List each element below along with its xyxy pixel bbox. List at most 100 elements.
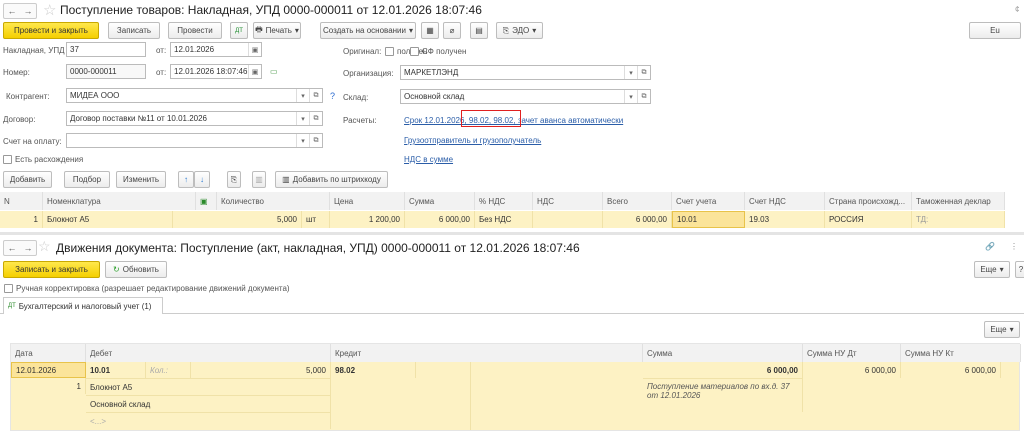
doc-date-field[interactable]: 12.01.2026 18:07:46 ▣ [170, 64, 262, 79]
dropdown-icon[interactable]: ▾ [624, 66, 637, 79]
goods-col-5[interactable]: % НДС [475, 192, 533, 210]
dropdown-icon[interactable]: ▾ [296, 134, 309, 147]
warehouse-field[interactable]: Основной склад ▾ ⧉ [400, 89, 651, 104]
dropdown-icon[interactable]: ▾ [296, 112, 309, 125]
open-icon[interactable]: ⧉ [637, 90, 650, 103]
cell-qty[interactable]: 5,000 [191, 362, 331, 378]
cell-nu-kt[interactable]: 6 000,00 [901, 362, 1001, 378]
open-icon[interactable]: ⧉ [309, 134, 322, 147]
move-up-icon[interactable]: ↑ [178, 171, 194, 188]
cell-sum[interactable]: 6 000,00 [405, 211, 475, 228]
move-down-icon[interactable]: ↓ [194, 171, 210, 188]
cell-subconto-2[interactable]: Основной склад [86, 395, 331, 412]
goods-col-7[interactable]: Всего [603, 192, 672, 210]
cell-content[interactable]: Поступление материалов по вх.д. 37 от 12… [643, 378, 803, 412]
cell-item[interactable]: Блокнот А5 [43, 211, 173, 228]
more-icon[interactable]: ¢ [1015, 5, 1019, 14]
forward-button[interactable]: → [20, 241, 36, 255]
help-button[interactable]: ? [1015, 261, 1024, 278]
cell-subconto-1[interactable]: Блокнот А5 [86, 378, 331, 395]
calendar-icon[interactable]: ▣ [248, 43, 261, 56]
goods-col-11[interactable]: Таможенная деклар [912, 192, 1005, 210]
cell-account[interactable]: 10.01 [672, 211, 745, 228]
goods-col-4[interactable]: Сумма [405, 192, 475, 210]
goods-col-2[interactable]: Количество [217, 192, 330, 210]
goods-col-6[interactable]: НДС [533, 192, 603, 210]
cell-debit[interactable]: 10.01 [86, 362, 146, 378]
invoice-date-field[interactable]: 12.01.2026 ▣ [170, 42, 262, 57]
paperclip-icon[interactable]: ⌀ [443, 22, 461, 39]
cell-total[interactable]: 6 000,00 [603, 211, 672, 228]
open-icon[interactable]: ⧉ [309, 89, 322, 102]
received-checkbox[interactable] [385, 47, 394, 56]
goods-col-10[interactable]: Страна происхожд... [825, 192, 912, 210]
invoice-number-field[interactable]: 37 [66, 42, 146, 57]
structure-icon[interactable]: ▦ [421, 22, 439, 39]
sf-received-checkbox[interactable] [410, 47, 419, 56]
add-button[interactable]: Добавить [3, 171, 52, 188]
print-button[interactable]: 🖶 Печать ▾ [253, 22, 301, 39]
help-icon[interactable]: ? [330, 91, 335, 101]
discrepancy-checkbox[interactable] [3, 155, 12, 164]
star-icon[interactable]: ☆ [38, 238, 51, 255]
edo-button[interactable]: ⎘ ЭДО ▾ [496, 22, 543, 39]
contract-field[interactable]: Договор поставки №11 от 10.01.2026 ▾ ⧉ [66, 111, 323, 126]
more-button[interactable]: Eu [969, 22, 1021, 39]
create-based-button[interactable]: Создать на основании ▾ [320, 22, 416, 39]
change-number-icon[interactable]: ▭ [270, 67, 278, 76]
counterparty-field[interactable]: МИДЕА ООО ▾ ⧉ [66, 88, 323, 103]
table-more-button[interactable]: Еще ▾ [984, 321, 1020, 338]
edit-button[interactable]: Изменить [116, 171, 166, 188]
dt-kt-icon[interactable]: ДТ [230, 22, 248, 39]
goods-col-1[interactable]: Номенклатура [43, 192, 196, 210]
save-close-button[interactable]: Записать и закрыть [3, 261, 100, 278]
link-icon[interactable]: 🔗 [985, 242, 995, 251]
manual-correction-checkbox[interactable] [4, 284, 13, 293]
add-barcode-button[interactable]: ▥ Добавить по штрихкоду [275, 171, 388, 188]
goods-col-8[interactable]: Счет учета [672, 192, 745, 210]
shipper-link[interactable]: Грузоотправитель и грузополучатель [404, 136, 541, 145]
save-button[interactable]: Записать [108, 22, 160, 39]
forward-button[interactable]: → [20, 4, 36, 18]
post-close-button[interactable]: Провести и закрыть [3, 22, 99, 39]
back-button[interactable]: ← [4, 241, 20, 255]
more-vertical-icon[interactable]: ⋮ [1010, 242, 1018, 251]
cell-vat-account[interactable]: 19.03 [745, 211, 825, 228]
cell-n[interactable]: 1 [0, 211, 43, 228]
post-button[interactable]: Провести [168, 22, 222, 39]
document-icon[interactable]: ▤ [470, 22, 488, 39]
pick-button[interactable]: Подбор [64, 171, 110, 188]
cell-qty[interactable]: 5,000 [217, 211, 302, 228]
cell-unit[interactable]: шт [302, 211, 330, 228]
column-settings-icon[interactable]: ▣ [196, 192, 217, 210]
open-icon[interactable]: ⧉ [637, 66, 650, 79]
cell-price[interactable]: 1 200,00 [330, 211, 405, 228]
more-button[interactable]: Еще ▾ [974, 261, 1010, 278]
back-button[interactable]: ← [4, 4, 20, 18]
cell-date[interactable]: 12.01.2026 [11, 362, 86, 378]
cell-customs[interactable]: ТД: [912, 211, 1005, 228]
cell-country[interactable]: РОССИЯ [825, 211, 912, 228]
star-icon[interactable]: ☆ [43, 1, 56, 19]
dropdown-icon[interactable]: ▾ [296, 89, 309, 102]
goods-col-0[interactable]: N [0, 192, 43, 210]
cell-nu-dt[interactable]: 6 000,00 [803, 362, 901, 378]
cell-credit[interactable]: 98.02 [331, 362, 416, 378]
dropdown-icon[interactable]: ▾ [624, 90, 637, 103]
paste-icon[interactable]: ▥ [252, 171, 266, 188]
payment-field[interactable]: ▾ ⧉ [66, 133, 323, 148]
goods-col-3[interactable]: Цена [330, 192, 405, 210]
tab-accounting[interactable]: ДТ Бухгалтерский и налоговый учет (1) [3, 297, 163, 314]
number-field[interactable]: 0000-000011 [66, 64, 146, 79]
cell-vat-rate[interactable]: Без НДС [475, 211, 533, 228]
vat-link[interactable]: НДС в сумме [404, 155, 453, 164]
calendar-icon[interactable]: ▣ [248, 65, 261, 78]
org-field[interactable]: МАРКЕТЛЭНД ▾ ⧉ [400, 65, 651, 80]
open-icon[interactable]: ⧉ [309, 112, 322, 125]
goods-col-9[interactable]: Счет НДС [745, 192, 825, 210]
refresh-button[interactable]: ↻ Обновить [105, 261, 167, 278]
cell-sum[interactable]: 6 000,00 [643, 362, 803, 378]
cell-subconto-3[interactable]: <...> [86, 412, 331, 429]
copy-icon[interactable]: ⎘ [227, 171, 241, 188]
cell-vat[interactable] [533, 211, 603, 228]
